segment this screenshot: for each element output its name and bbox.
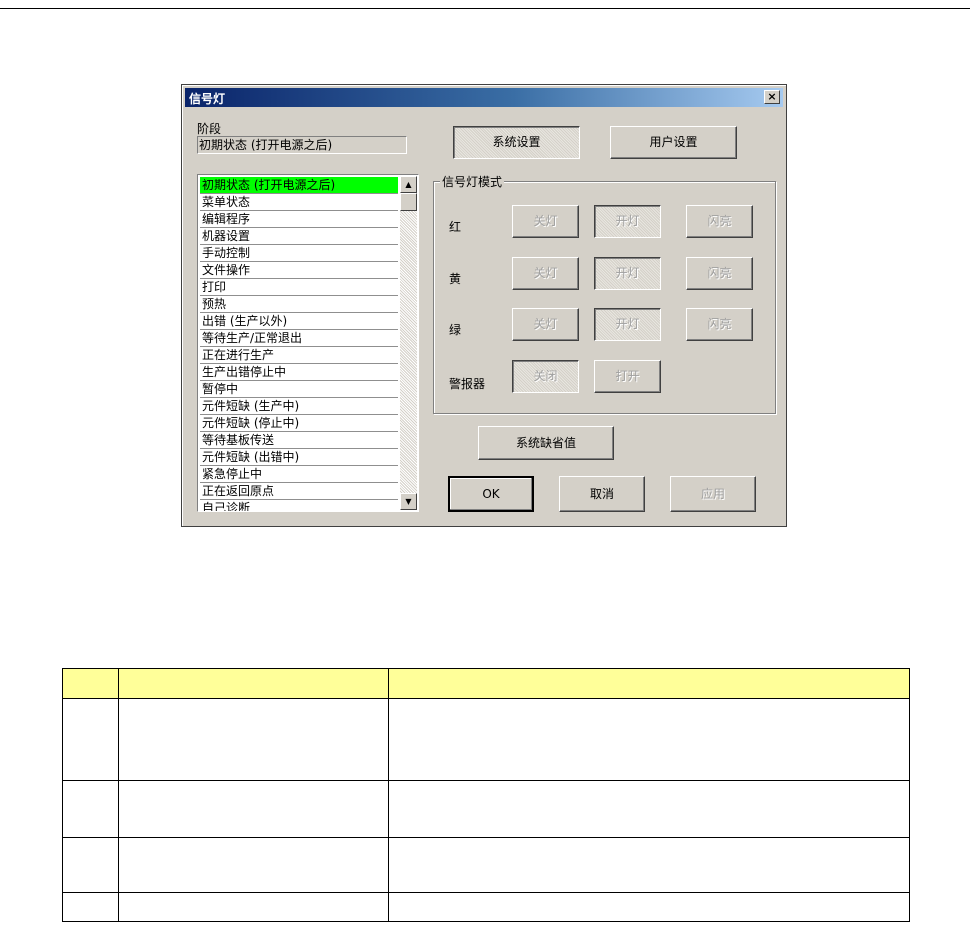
list-item[interactable]: 初期状态 (打开电源之后)	[200, 177, 398, 194]
list-item[interactable]: 元件短缺 (停止中)	[200, 415, 398, 432]
table-cell	[117, 698, 389, 781]
scroll-up-icon[interactable]: ▲	[400, 176, 417, 193]
table-row	[62, 837, 911, 893]
table-cell	[62, 780, 119, 838]
dialog-title: 信号灯	[189, 92, 226, 106]
yellow-off-button[interactable]: 关灯	[512, 257, 579, 290]
stage-listbox[interactable]: 初期状态 (打开电源之后) 菜单状态 编辑程序 机器设置 手动控制 文件操作 打印 预热 出错 …	[197, 174, 419, 512]
table-row	[62, 698, 911, 781]
buzzer-label: 警报器	[449, 377, 486, 391]
buzzer-on-button[interactable]: 打开	[594, 360, 661, 393]
system-defaults-button[interactable]: 系统缺省值	[478, 426, 614, 460]
list-item[interactable]: 等待生产/正常退出	[200, 330, 398, 347]
list-item[interactable]: 正在返回原点	[200, 483, 398, 500]
table-cell	[387, 837, 911, 893]
ok-button[interactable]: OK	[448, 476, 534, 512]
list-scrollbar[interactable]: ▲ ▼	[400, 176, 417, 510]
system-settings-button[interactable]: 系统设置	[453, 126, 580, 159]
signal-light-dialog: 信号灯 × 阶段 初期状态 (打开电源之后) 系统设置 用户设置 初期状态 (打…	[181, 84, 787, 527]
list-item[interactable]: 自己诊断	[200, 500, 398, 511]
green-on-button[interactable]: 开灯	[594, 308, 661, 341]
table-row	[62, 892, 911, 922]
list-item[interactable]: 元件短缺 (出错中)	[200, 449, 398, 466]
cancel-button[interactable]: 取消	[559, 476, 645, 512]
table-cell	[117, 892, 389, 922]
stage-label: 阶段	[197, 122, 222, 136]
user-settings-button[interactable]: 用户设置	[610, 126, 737, 159]
table-cell	[387, 892, 911, 922]
table-header-cell	[117, 668, 389, 699]
list-item[interactable]: 菜单状态	[200, 194, 398, 211]
table-cell	[62, 892, 119, 922]
scroll-down-icon[interactable]: ▼	[400, 493, 417, 510]
buzzer-off-button[interactable]: 关闭	[512, 360, 579, 393]
table-header-cell	[387, 668, 911, 699]
yellow-on-button[interactable]: 开灯	[594, 257, 661, 290]
table-header-cell	[62, 668, 119, 699]
list-item[interactable]: 文件操作	[200, 262, 398, 279]
stage-list: 初期状态 (打开电源之后) 菜单状态 编辑程序 机器设置 手动控制 文件操作 打印 预热 出错 …	[200, 177, 398, 511]
table-cell	[62, 837, 119, 893]
table-cell	[387, 698, 911, 781]
close-icon[interactable]: ×	[764, 90, 780, 104]
table-header-row	[62, 668, 911, 699]
list-item[interactable]: 预热	[200, 296, 398, 313]
list-item[interactable]: 打印	[200, 279, 398, 296]
list-item[interactable]: 生产出错停止中	[200, 364, 398, 381]
table-row	[62, 780, 911, 838]
red-blink-button[interactable]: 闪亮	[686, 205, 753, 238]
signal-mode-group: 信号灯模式 红 关灯 开灯 闪亮 黄 关灯 开灯 闪亮 绿 关灯 开灯 闪亮 警…	[433, 173, 776, 414]
green-blink-button[interactable]: 闪亮	[686, 308, 753, 341]
list-item[interactable]: 出错 (生产以外)	[200, 313, 398, 330]
list-item[interactable]: 紧急停止中	[200, 466, 398, 483]
list-item[interactable]: 正在进行生产	[200, 347, 398, 364]
table-cell	[62, 698, 119, 781]
red-label: 红	[449, 220, 462, 234]
scroll-thumb[interactable]	[400, 193, 417, 211]
list-item[interactable]: 元件短缺 (生产中)	[200, 398, 398, 415]
green-label: 绿	[449, 323, 462, 337]
list-item[interactable]: 暂停中	[200, 381, 398, 398]
list-item[interactable]: 等待基板传送	[200, 432, 398, 449]
yellow-label: 黄	[449, 272, 462, 286]
stage-value-field: 初期状态 (打开电源之后)	[197, 136, 407, 154]
title-bar[interactable]: 信号灯 ×	[185, 88, 783, 107]
table-cell	[117, 837, 389, 893]
red-off-button[interactable]: 关灯	[512, 205, 579, 238]
red-on-button[interactable]: 开灯	[594, 205, 661, 238]
table-cell	[387, 780, 911, 838]
list-item[interactable]: 编辑程序	[200, 211, 398, 228]
yellow-blink-button[interactable]: 闪亮	[686, 257, 753, 290]
top-rule	[0, 8, 970, 9]
apply-button[interactable]: 应用	[670, 476, 756, 512]
list-item[interactable]: 机器设置	[200, 228, 398, 245]
info-table	[62, 668, 911, 922]
list-item[interactable]: 手动控制	[200, 245, 398, 262]
table-cell	[117, 780, 389, 838]
green-off-button[interactable]: 关灯	[512, 308, 579, 341]
signal-mode-title: 信号灯模式	[440, 173, 505, 190]
